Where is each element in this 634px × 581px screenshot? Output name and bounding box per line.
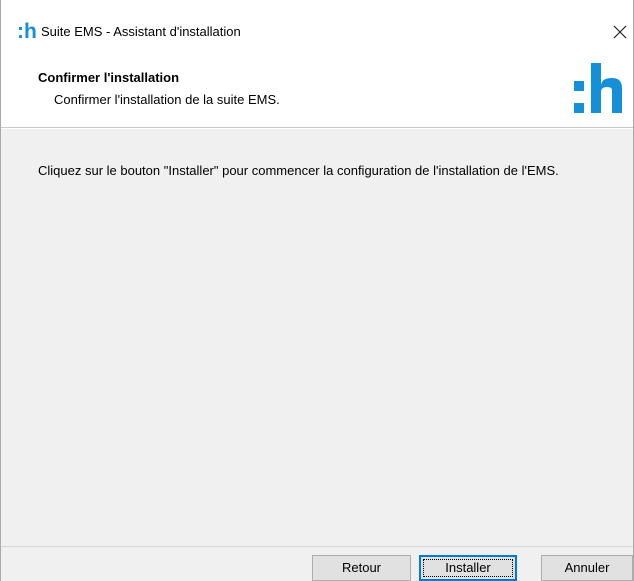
brand-logo: [572, 60, 632, 122]
title-bar[interactable]: :h Suite EMS - Assistant d'installation: [1, 14, 633, 50]
install-button[interactable]: Installer: [419, 555, 517, 581]
back-button[interactable]: Retour: [312, 555, 411, 581]
instruction-text: Cliquez sur le bouton "Installer" pour c…: [38, 163, 559, 178]
app-logo-icon: :h: [17, 20, 37, 43]
wizard-content: Cliquez sur le bouton "Installer" pour c…: [1, 129, 633, 546]
close-button[interactable]: [607, 18, 633, 46]
cancel-button[interactable]: Annuler: [541, 555, 633, 581]
close-icon: [613, 25, 627, 39]
wizard-footer: Retour Installer Annuler: [1, 546, 633, 581]
window-title: Suite EMS - Assistant d'installation: [41, 24, 241, 39]
page-subtitle: Confirmer l'installation de la suite EMS…: [54, 92, 280, 107]
page-title: Confirmer l'installation: [38, 70, 180, 85]
install-button-label: Installer: [445, 560, 491, 575]
wizard-header: Confirmer l'installation Confirmer l'ins…: [1, 60, 633, 128]
installer-window: :h Suite EMS - Assistant d'installation …: [0, 0, 634, 581]
brand-logo-icon: [574, 63, 622, 113]
